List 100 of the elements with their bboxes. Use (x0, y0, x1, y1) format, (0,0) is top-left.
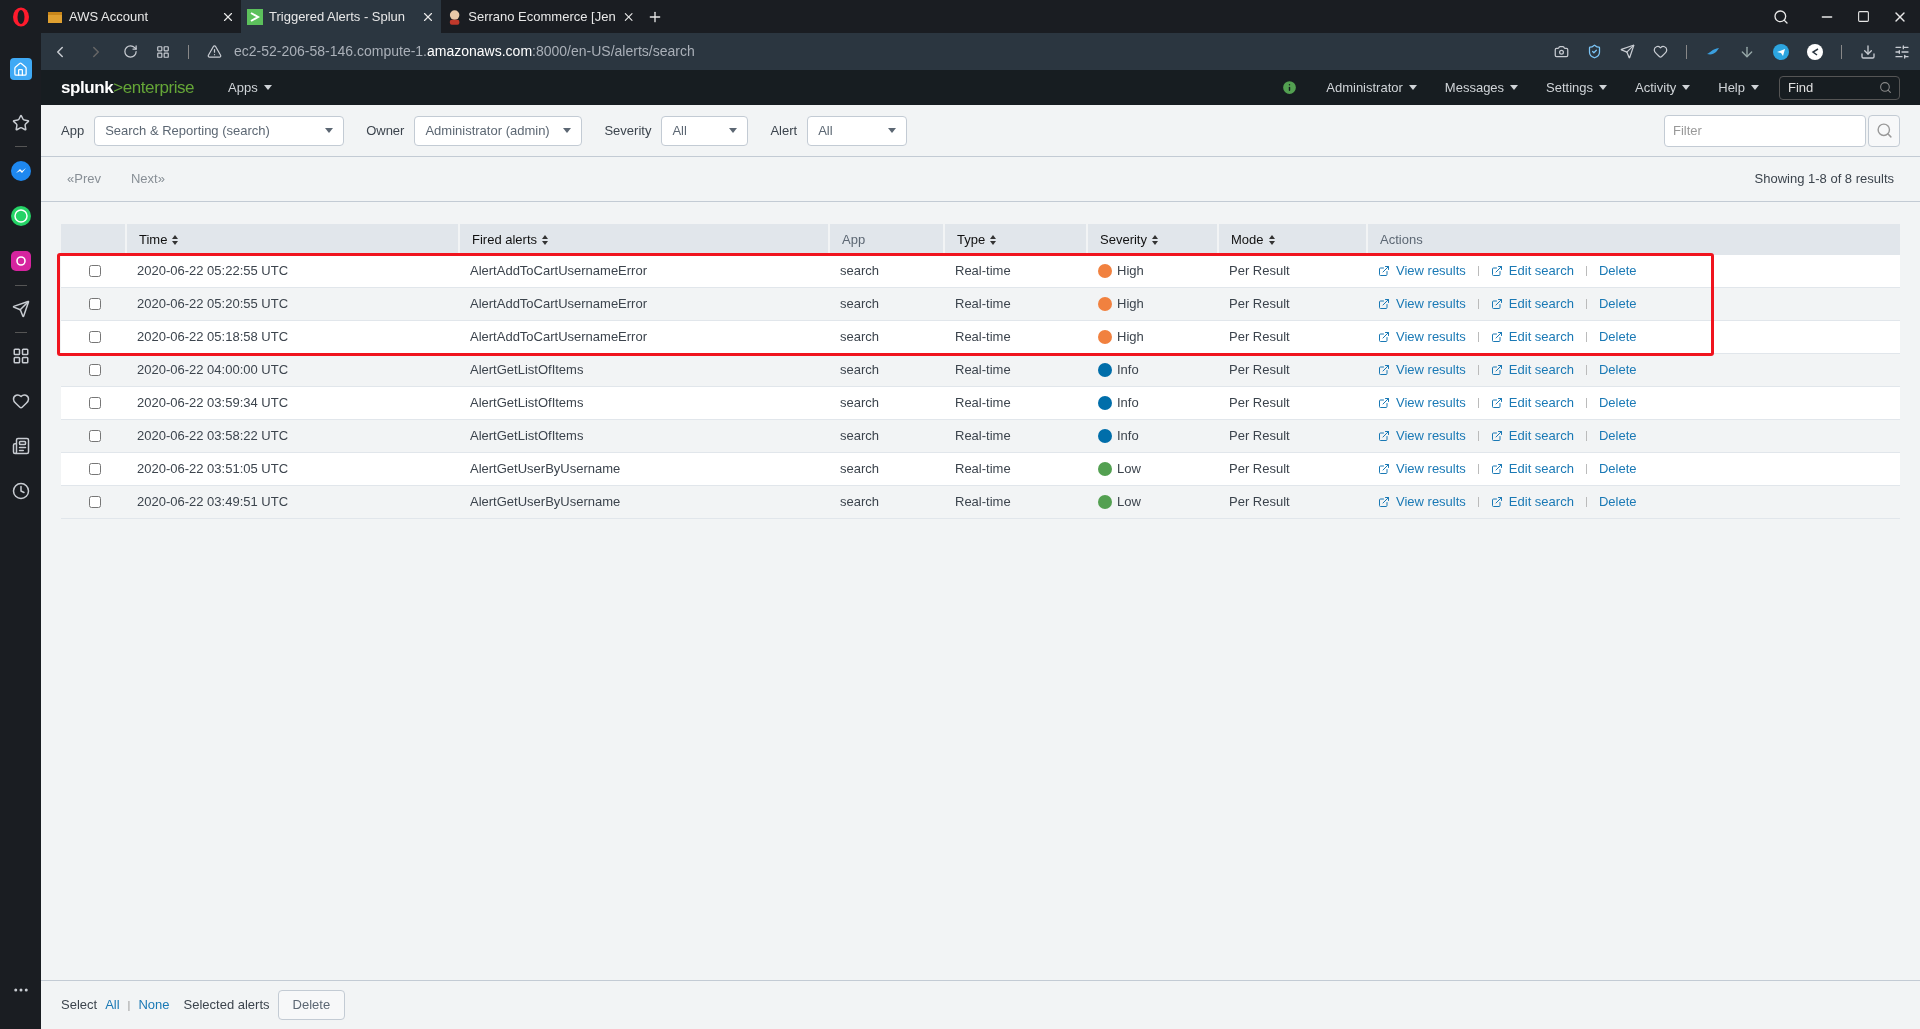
view-results-link[interactable]: View results (1396, 327, 1466, 347)
info-icon[interactable] (1281, 79, 1299, 96)
edit-search-link[interactable]: Edit search (1508, 261, 1574, 281)
sort-icon (1268, 234, 1275, 245)
view-results-link[interactable]: View results (1396, 360, 1466, 380)
shield-icon[interactable] (1587, 44, 1602, 59)
chat-bubble-icon[interactable] (10, 161, 31, 181)
caret-icon (1408, 85, 1417, 90)
external-link-icon (1490, 463, 1503, 475)
menu-item[interactable]: Administrator (1326, 77, 1417, 98)
news-icon[interactable] (11, 437, 30, 455)
table-cell: AlertAddToCartUsernameError (470, 263, 647, 279)
tabs-grid-icon[interactable] (156, 44, 170, 59)
clock-icon[interactable] (11, 482, 30, 500)
browser-tab[interactable]: Triggered Alerts - Splun (241, 0, 441, 33)
row-checkbox[interactable] (89, 298, 101, 310)
select-none-link[interactable]: None (138, 995, 170, 1015)
external-link-icon (1378, 331, 1390, 343)
select-all-link[interactable]: All (105, 995, 120, 1015)
reload-icon[interactable] (123, 44, 138, 59)
row-checkbox[interactable] (89, 397, 101, 409)
view-results-link[interactable]: View results (1396, 261, 1466, 281)
camera-app-icon[interactable] (10, 251, 31, 271)
row-checkbox[interactable] (89, 265, 101, 277)
send-icon[interactable] (1620, 44, 1635, 59)
delete-link[interactable]: Delete (1598, 327, 1637, 347)
download-icon[interactable] (1860, 43, 1876, 60)
menu-item[interactable]: Help (1718, 77, 1759, 98)
camera-icon[interactable] (1554, 44, 1569, 59)
row-checkbox[interactable] (89, 364, 101, 376)
column-header[interactable]: Time (139, 229, 168, 250)
tab-title: AWS Account (69, 7, 149, 26)
row-checkbox[interactable] (89, 331, 101, 343)
view-results-link[interactable]: View results (1396, 459, 1466, 479)
column-header[interactable]: Severity (1100, 229, 1147, 250)
browser-logo-icon[interactable] (11, 6, 30, 27)
settings-icon[interactable] (1894, 43, 1910, 60)
home-button[interactable] (9, 58, 32, 80)
star-icon[interactable] (11, 114, 30, 132)
view-results-link[interactable]: View results (1396, 426, 1466, 446)
edit-search-link[interactable]: Edit search (1508, 360, 1574, 380)
filter-dropdown[interactable]: All (661, 115, 749, 146)
filter-field[interactable]: Filter (1664, 114, 1866, 147)
apps-menu[interactable]: Apps (228, 77, 272, 98)
delete-link[interactable]: Delete (1598, 360, 1637, 380)
filter-dropdown[interactable]: Search & Reporting (search) (94, 115, 345, 146)
browser-tab[interactable]: Serrano Ecommerce [Jen (441, 0, 641, 33)
delete-link[interactable]: Delete (1598, 459, 1637, 479)
view-results-link[interactable]: View results (1396, 492, 1466, 512)
search-icon[interactable] (1773, 8, 1789, 25)
browser-tab[interactable]: AWS Account (41, 0, 241, 33)
menu-item[interactable]: Settings (1546, 77, 1608, 98)
delete-link[interactable]: Delete (1598, 393, 1637, 413)
delete-link[interactable]: Delete (1598, 426, 1637, 446)
table-cell-text: High (1117, 328, 1144, 347)
external-link-icon (1490, 364, 1503, 376)
paper-plane-icon[interactable] (1773, 43, 1789, 60)
row-checkbox[interactable] (89, 496, 101, 508)
edit-search-link[interactable]: Edit search (1508, 426, 1574, 446)
next-link[interactable]: Next» (130, 169, 165, 189)
heart-icon[interactable] (11, 392, 30, 410)
search-button[interactable] (1868, 114, 1900, 147)
delete-button[interactable]: Delete (277, 990, 346, 1020)
prev-link[interactable]: «Prev (67, 169, 101, 189)
edit-search-link[interactable]: Edit search (1508, 327, 1574, 347)
row-checkbox[interactable] (89, 430, 101, 442)
column-header[interactable]: Type (957, 229, 986, 250)
edit-search-link[interactable]: Edit search (1508, 294, 1574, 314)
delete-link[interactable]: Delete (1598, 261, 1637, 281)
menu-item[interactable]: Messages (1444, 77, 1519, 98)
column-header[interactable]: Fired alerts (472, 229, 538, 250)
delete-link[interactable]: Delete (1598, 294, 1637, 314)
row-checkbox[interactable] (89, 463, 101, 475)
edit-search-link[interactable]: Edit search (1508, 459, 1574, 479)
table-cell: search (840, 296, 880, 312)
external-link-icon (1378, 397, 1390, 409)
maximize-icon[interactable] (1857, 10, 1870, 23)
table-cell: search (840, 461, 880, 477)
table-cell: Real-time (955, 362, 1011, 378)
table-cell-text: High (1117, 295, 1144, 314)
grid-icon[interactable] (11, 347, 30, 365)
filter-dropdown[interactable]: All (807, 115, 908, 146)
external-link-icon (1378, 463, 1390, 475)
external-link-icon (1490, 331, 1503, 343)
edit-search-link[interactable]: Edit search (1508, 393, 1574, 413)
address-field[interactable]: ec2-52-206-58-146.compute-1.amazonaws.com:8000/en-US/alerts/search (234, 41, 695, 62)
find-field[interactable]: Find (1779, 75, 1900, 100)
table-cell: 2020-06-22 03:58:22 UTC (137, 428, 289, 444)
view-results-link[interactable]: View results (1396, 393, 1466, 413)
menu-item[interactable]: Activity (1635, 77, 1691, 98)
table-cell: search (840, 329, 880, 345)
edit-search-link[interactable]: Edit search (1508, 492, 1574, 512)
table-cell: AlertGetUserByUsername (470, 461, 621, 477)
delete-link[interactable]: Delete (1598, 492, 1637, 512)
view-results-link[interactable]: View results (1396, 294, 1466, 314)
send-icon[interactable] (11, 300, 30, 318)
column-header[interactable]: Mode (1231, 229, 1264, 250)
heart-icon[interactable] (1653, 44, 1668, 59)
column-header: App (842, 230, 866, 249)
filter-dropdown[interactable]: Administrator (admin) (414, 115, 583, 146)
